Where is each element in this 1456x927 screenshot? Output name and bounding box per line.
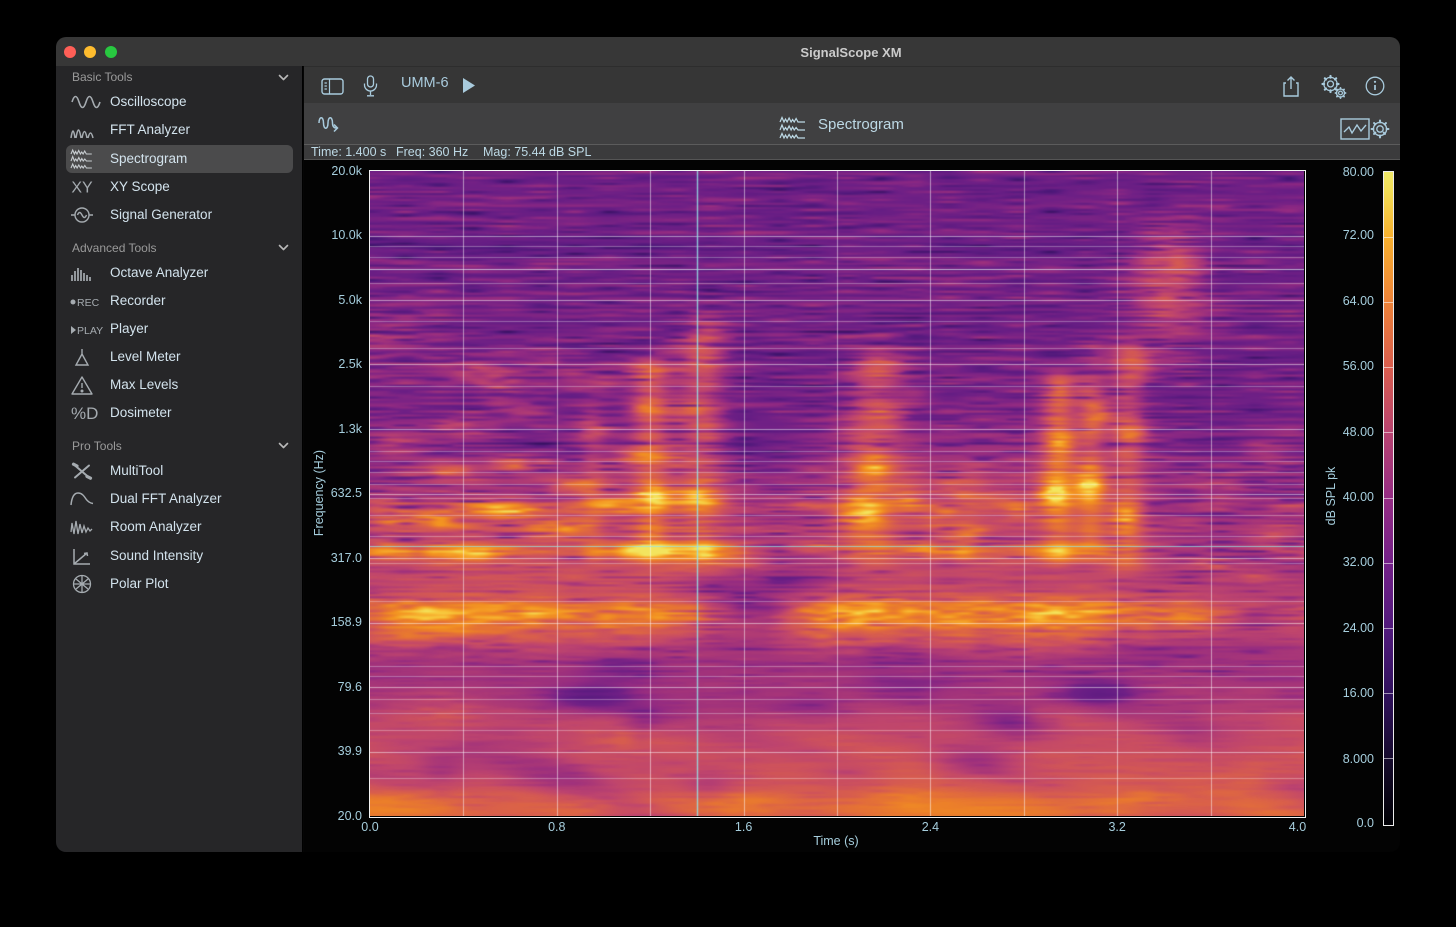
- svg-text:PLAY: PLAY: [77, 325, 103, 337]
- svg-text:REC: REC: [77, 297, 100, 309]
- svg-text:%D: %D: [71, 404, 98, 423]
- svg-text:XY: XY: [71, 179, 93, 196]
